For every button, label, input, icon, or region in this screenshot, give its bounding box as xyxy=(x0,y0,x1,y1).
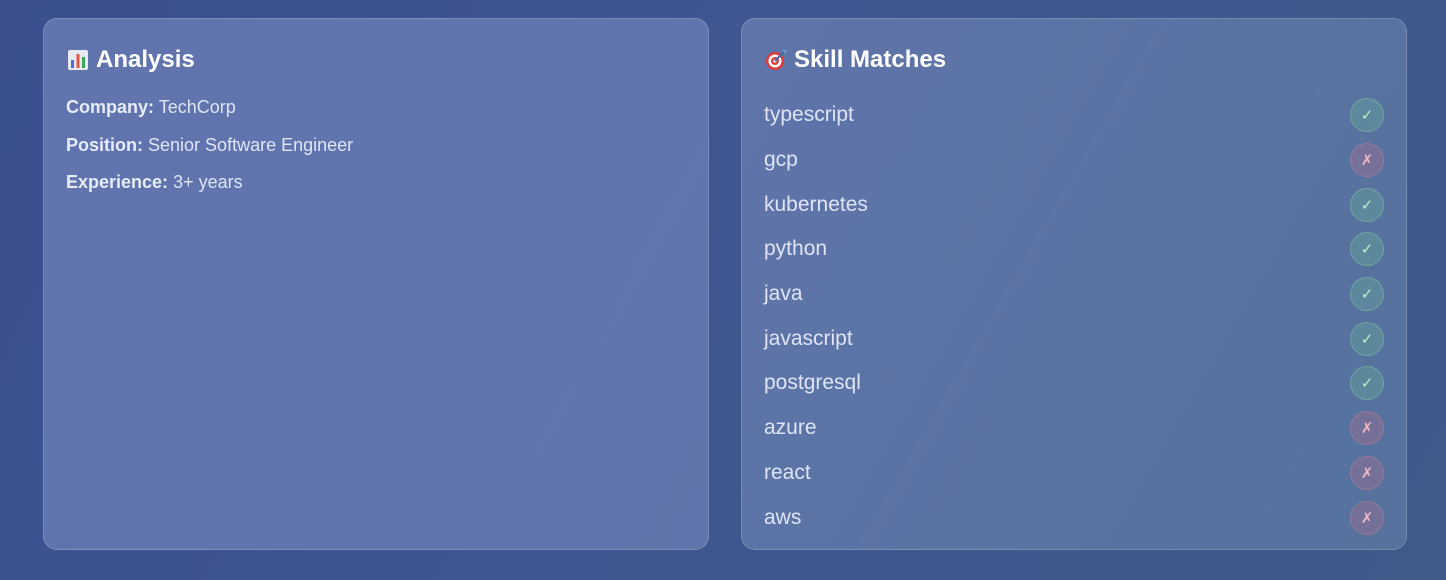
position-label: Position: xyxy=(66,134,143,155)
no-match-cross-icon: ✗ xyxy=(1350,500,1384,535)
analysis-card: Analysis Company: TechCorp Position: Sen… xyxy=(43,18,709,550)
analysis-title: Analysis xyxy=(66,45,195,75)
skill-row: react ✗ xyxy=(764,451,1384,496)
match-check-icon: ✓ xyxy=(1350,98,1384,133)
experience-value: 3+ years xyxy=(173,172,243,192)
skill-list: typescript ✓ gcp ✗ kubernetes ✓ python ✓… xyxy=(764,93,1384,540)
match-check-icon: ✓ xyxy=(1350,321,1384,356)
no-match-cross-icon: ✗ xyxy=(1350,411,1384,446)
skill-row: typescript ✓ xyxy=(764,93,1384,138)
experience-label: Experience: xyxy=(66,172,169,192)
skill-name: kubernetes xyxy=(764,192,868,216)
skill-name: postgresql xyxy=(764,371,861,395)
skill-name: javascript xyxy=(764,326,853,350)
position-row: Position: Senior Software Engineer xyxy=(66,133,353,171)
position-value: Senior Software Engineer xyxy=(148,134,354,155)
skill-row: azure ✗ xyxy=(764,406,1384,451)
skill-row: kubernetes ✓ xyxy=(764,182,1384,227)
match-check-icon: ✓ xyxy=(1350,366,1384,401)
skill-name: aws xyxy=(764,505,802,529)
match-check-icon: ✓ xyxy=(1350,277,1384,312)
analysis-title-text: Analysis xyxy=(96,46,195,73)
skill-name: gcp xyxy=(764,148,798,172)
skill-matches-card: Skill Matches typescript ✓ gcp ✗ kuberne… xyxy=(741,18,1407,550)
company-row: Company: TechCorp xyxy=(66,95,353,133)
skill-row: java ✓ xyxy=(764,272,1384,317)
no-match-cross-icon: ✗ xyxy=(1350,143,1384,178)
skill-name: react xyxy=(764,460,811,484)
skill-matches-title: Skill Matches xyxy=(764,45,946,75)
analysis-info-list: Company: TechCorp Position: Senior Softw… xyxy=(66,95,353,208)
company-value: TechCorp xyxy=(158,97,236,117)
no-match-cross-icon: ✗ xyxy=(1350,455,1384,490)
match-check-icon: ✓ xyxy=(1350,232,1384,267)
skill-name: typescript xyxy=(764,103,854,127)
skill-name: java xyxy=(764,282,803,306)
target-icon xyxy=(766,50,786,70)
company-label: Company: xyxy=(66,97,155,117)
skill-name: azure xyxy=(764,416,817,440)
skill-row: postgresql ✓ xyxy=(764,361,1384,406)
experience-row: Experience: 3+ years xyxy=(66,170,353,208)
bar-chart-icon xyxy=(68,50,88,70)
match-check-icon: ✓ xyxy=(1350,187,1384,222)
skill-row: aws ✗ xyxy=(764,495,1384,540)
skill-row: javascript ✓ xyxy=(764,316,1384,361)
skill-row: gcp ✗ xyxy=(764,138,1384,183)
skill-name: python xyxy=(764,237,828,261)
skill-row: python ✓ xyxy=(764,227,1384,272)
skill-matches-title-text: Skill Matches xyxy=(794,46,947,73)
